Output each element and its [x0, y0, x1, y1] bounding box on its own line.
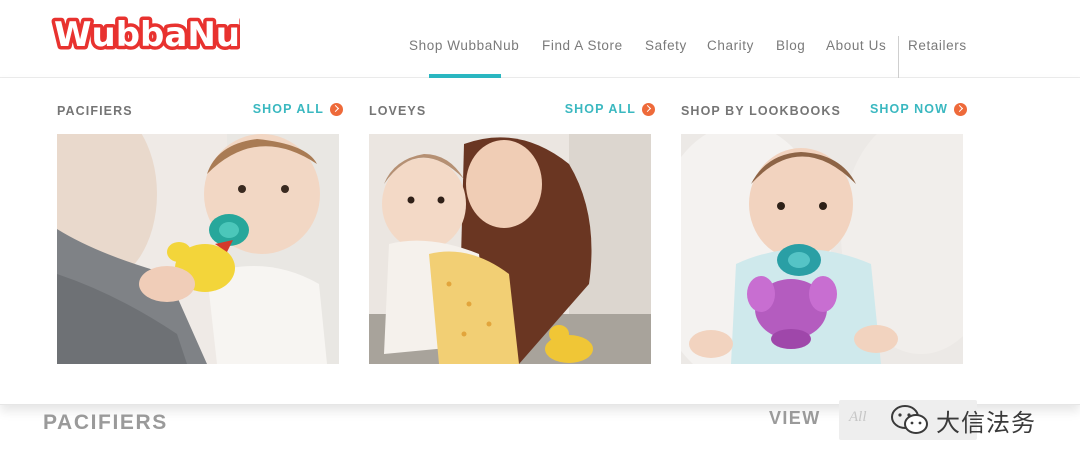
shop-now-lookbooks-link[interactable]: SHOP NOW [870, 102, 967, 116]
view-select-value: All [849, 409, 867, 425]
column-title: PACIFIERS [57, 104, 133, 118]
watermark: 大信法务 [890, 400, 1036, 440]
loveys-photo[interactable] [369, 134, 651, 364]
nav-divider [898, 36, 899, 78]
link-label: SHOP NOW [869, 102, 948, 116]
shop-mega-menu: PACIFIERS SHOP ALL LOVEYS SHOP ALL SHOP … [0, 78, 1080, 405]
site-header: WubbaNub WubbaNub Shop WubbaNub Find A S… [0, 0, 1080, 78]
mega-column-loveys: LOVEYS SHOP ALL [369, 78, 655, 378]
column-title: LOVEYS [369, 104, 427, 118]
link-label: SHOP ALL [252, 102, 324, 116]
arrow-right-icon [330, 102, 343, 116]
lookbooks-photo[interactable] [681, 134, 963, 364]
nav-shop-wubbanub[interactable]: Shop WubbaNub [409, 38, 519, 53]
view-label: VIEW [769, 408, 821, 428]
shop-all-loveys-link[interactable]: SHOP ALL [565, 102, 655, 116]
wechat-icon [891, 405, 928, 434]
nav-blog[interactable]: Blog [776, 38, 805, 53]
nav-charity[interactable]: Charity [707, 38, 754, 53]
shop-all-pacifiers-link[interactable]: SHOP ALL [253, 102, 343, 116]
nav-find-a-store[interactable]: Find A Store [542, 38, 623, 53]
link-label: SHOP ALL [564, 102, 636, 116]
main-nav: Shop WubbaNub Find A Store Safety Charit… [0, 38, 1080, 58]
mega-column-lookbooks: SHOP BY LOOKBOOKS SHOP NOW [681, 78, 967, 378]
nav-safety[interactable]: Safety [645, 38, 687, 53]
watermark-text: 大信法务 [936, 408, 1036, 437]
nav-retailers[interactable]: Retailers [908, 38, 967, 53]
arrow-right-icon [954, 102, 967, 116]
mega-column-pacifiers: PACIFIERS SHOP ALL [57, 78, 343, 378]
column-title: SHOP BY LOOKBOOKS [681, 104, 841, 118]
page-section-title: PACIFIERS [43, 411, 168, 434]
arrow-right-icon [642, 102, 655, 116]
pacifiers-photo[interactable] [57, 134, 339, 364]
nav-about-us[interactable]: About Us [826, 38, 886, 53]
